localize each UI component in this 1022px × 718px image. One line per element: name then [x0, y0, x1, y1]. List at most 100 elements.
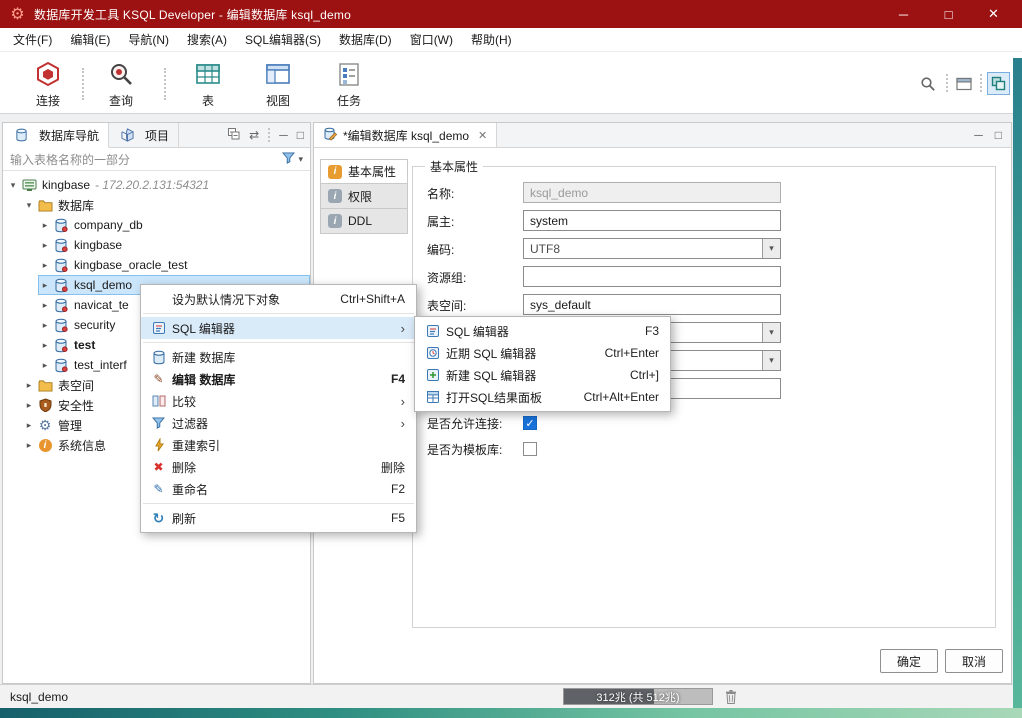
menu-item-rename[interactable]: ✎ 重命名 F2 [141, 478, 416, 500]
tab-permissions[interactable]: i 权限 [320, 184, 408, 209]
tree-item-label: kingbase [42, 178, 91, 192]
panel-minimize-icon[interactable]: ─ [279, 128, 288, 142]
editor-minimize-icon[interactable]: ─ [974, 128, 983, 142]
chevron-right-icon[interactable]: ▸ [38, 260, 52, 271]
perspective-icon[interactable] [987, 72, 1010, 95]
tree-item-label: navicat_te [74, 298, 129, 312]
view-icon [245, 59, 311, 89]
menu-sql-editor[interactable]: SQL编辑器(S) [236, 28, 330, 51]
tab-project[interactable]: 项目 [109, 123, 180, 147]
submenu-item-recent-sql-editor[interactable]: 近期 SQL 编辑器 Ctrl+Enter [415, 342, 670, 364]
connect-button[interactable]: 连接 [15, 59, 81, 109]
chevron-right-icon[interactable]: ▸ [38, 240, 52, 251]
filter-funnel-icon[interactable] [282, 151, 296, 167]
close-tab-icon[interactable]: ✕ [478, 129, 487, 142]
owner-field[interactable]: system [523, 210, 781, 231]
chevron-right-icon[interactable]: ▸ [22, 380, 36, 391]
memory-indicator[interactable]: 312兆 (共 512兆) [563, 688, 713, 705]
menu-window[interactable]: 窗口(W) [401, 28, 462, 51]
delete-icon: ✖ [153, 460, 164, 474]
desktop-wallpaper-strip [0, 708, 1022, 718]
collapse-all-icon[interactable] [228, 127, 240, 143]
is-template-checkbox[interactable] [523, 442, 537, 456]
chevron-right-icon[interactable]: ▸ [38, 300, 52, 311]
close-button[interactable]: ✕ [971, 0, 1016, 28]
tree-item-label: test [74, 338, 96, 352]
view-button[interactable]: 视图 [245, 59, 311, 109]
menu-item-edit-database[interactable]: ✎ 编辑 数据库 F4 [141, 368, 416, 390]
tab-ddl[interactable]: i DDL [320, 209, 408, 234]
editor-side-tabs: i 基本属性 i 权限 i DDL [320, 159, 408, 234]
name-label: 名称: [427, 187, 455, 201]
memory-usage-text: 312兆 (共 512兆) [596, 691, 680, 704]
menu-item-compare[interactable]: 比较 › [141, 390, 416, 412]
garbage-collect-icon[interactable] [724, 689, 738, 708]
menu-item-set-default[interactable]: 设为默认情况下对象 Ctrl+Shift+A [141, 288, 416, 310]
dropdown-arrow-icon[interactable]: ▾ [762, 239, 780, 258]
menu-help[interactable]: 帮助(H) [462, 28, 521, 51]
menu-item-sql-editor[interactable]: SQL 编辑器 › [141, 317, 416, 339]
editor-maximize-icon[interactable]: □ [995, 128, 1002, 142]
menu-file[interactable]: 文件(F) [4, 28, 61, 51]
menu-search[interactable]: 搜索(A) [178, 28, 236, 51]
tab-basic-properties[interactable]: i 基本属性 [320, 159, 408, 184]
tab-edit-database[interactable]: *编辑数据库 ksql_demo ✕ [314, 123, 498, 147]
filter-dropdown-icon[interactable]: ▾ [298, 154, 303, 165]
submenu-item-open-sql-results[interactable]: 打开SQL结果面板 Ctrl+Alt+Enter [415, 386, 670, 408]
maximize-button[interactable]: □ [926, 0, 971, 28]
tree-item-connection[interactable]: ▾ kingbase - 172.20.2.131:54321 [3, 175, 310, 195]
menu-item-new-database[interactable]: 新建 数据库 [141, 346, 416, 368]
chevron-right-icon[interactable]: ▸ [22, 440, 36, 451]
tab-database-navigator[interactable]: 数据库导航 [3, 123, 110, 148]
menu-navigate[interactable]: 导航(N) [119, 28, 178, 51]
menu-item-refresh[interactable]: ↻ 刷新 F5 [141, 507, 416, 529]
tree-item-databases-folder[interactable]: ▾ 数据库 [3, 195, 310, 215]
menu-database[interactable]: 数据库(D) [330, 28, 401, 51]
menu-shortcut: Ctrl+Alt+Enter [583, 390, 659, 404]
cancel-button[interactable]: 取消 [945, 649, 1003, 673]
dropdown-arrow-icon[interactable]: ▾ [762, 351, 780, 370]
ok-button[interactable]: 确定 [880, 649, 938, 673]
link-with-editor-icon[interactable]: ⇄ [249, 128, 259, 142]
tree-item-database[interactable]: ▸ company_db [3, 215, 310, 235]
chevron-right-icon[interactable]: ▸ [38, 340, 52, 351]
submenu-item-new-sql-editor[interactable]: 新建 SQL 编辑器 Ctrl+] [415, 364, 670, 386]
resource-group-field[interactable] [523, 266, 781, 287]
tree-filter-input[interactable]: 输入表格名称的一部分 ▾ [3, 148, 310, 171]
chevron-right-icon[interactable]: ▸ [38, 220, 52, 231]
panel-maximize-icon[interactable]: □ [297, 128, 304, 142]
minimize-button[interactable]: ─ [881, 0, 926, 28]
encoding-select[interactable]: UTF8 ▾ [523, 238, 781, 259]
database-icon [52, 337, 70, 353]
tablespace-field[interactable]: sys_default [523, 294, 781, 315]
chevron-down-icon[interactable]: ▾ [6, 180, 20, 191]
open-view-icon[interactable] [956, 77, 972, 94]
tablespace-label: 表空间: [427, 299, 467, 313]
menu-item-label: 新建 数据库 [172, 350, 236, 365]
menu-item-rebuild-index[interactable]: 重建索引 [141, 434, 416, 456]
tree-item-database[interactable]: ▸ kingbase_oracle_test [3, 255, 310, 275]
menu-item-filter[interactable]: 过滤器 › [141, 412, 416, 434]
chevron-right-icon[interactable]: ▸ [38, 280, 52, 291]
main-toolbar: 连接 查询 表 视图 任务 [0, 52, 1022, 114]
dropdown-arrow-icon[interactable]: ▾ [762, 323, 780, 342]
chevron-right-icon[interactable]: ▸ [38, 360, 52, 371]
menu-edit[interactable]: 编辑(E) [61, 28, 119, 51]
allow-connect-checkbox[interactable]: ✓ [523, 416, 537, 430]
menu-item-label: 重建索引 [172, 438, 221, 453]
table-button[interactable]: 表 [175, 59, 241, 109]
database-icon [52, 317, 70, 333]
chevron-right-icon[interactable]: ▸ [38, 320, 52, 331]
menu-separator [143, 313, 414, 314]
menu-separator [143, 342, 414, 343]
query-button[interactable]: 查询 [88, 59, 154, 109]
chevron-right-icon[interactable]: ▸ [22, 400, 36, 411]
chevron-down-icon[interactable]: ▾ [22, 200, 36, 211]
tree-item-database[interactable]: ▸ kingbase [3, 235, 310, 255]
chevron-right-icon[interactable]: ▸ [22, 420, 36, 431]
menu-item-delete[interactable]: ✖ 删除 删除 [141, 456, 416, 478]
submenu-item-sql-editor[interactable]: SQL 编辑器 F3 [415, 320, 670, 342]
search-icon[interactable] [920, 76, 936, 95]
owner-label: 属主: [427, 215, 455, 229]
task-button[interactable]: 任务 [316, 59, 382, 109]
